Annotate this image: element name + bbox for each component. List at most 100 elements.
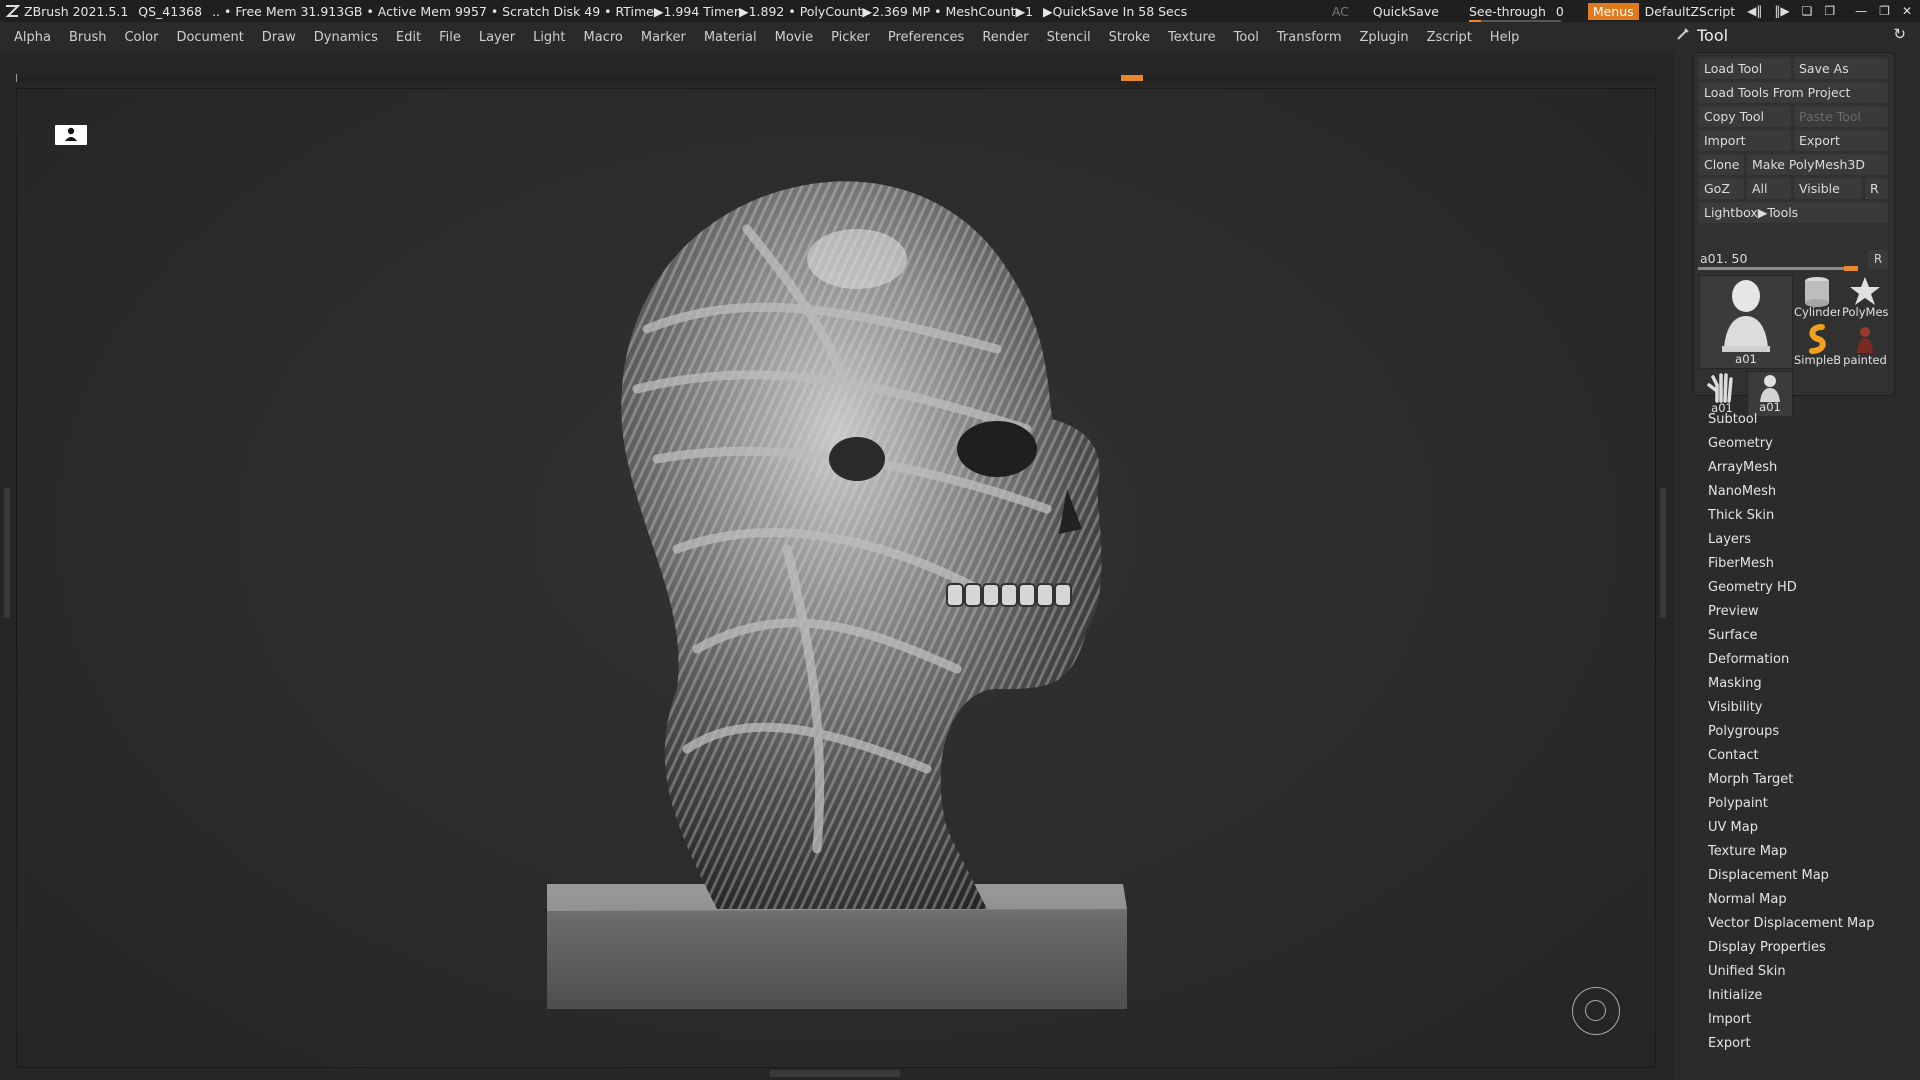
see-through-slider[interactable]: See-through 0 <box>1468 4 1564 23</box>
subpalette-polypaint[interactable]: Polypaint <box>1708 792 1875 816</box>
bottom-tray-grip[interactable] <box>770 1070 900 1077</box>
menu-file[interactable]: File <box>439 30 461 45</box>
simpleb-thumbnail[interactable]: SimpleB <box>1794 323 1840 369</box>
quicksave-button[interactable]: QuickSave <box>1373 4 1439 19</box>
subpalette-uv-map[interactable]: UV Map <box>1708 816 1875 840</box>
subpalette-subtool[interactable]: Subtool <box>1708 408 1875 432</box>
menu-color[interactable]: Color <box>124 30 158 45</box>
subpalette-geometry-hd[interactable]: Geometry HD <box>1708 576 1875 600</box>
tool-slider-r-button[interactable]: R <box>1868 250 1888 269</box>
menu-dynamics[interactable]: Dynamics <box>314 30 378 45</box>
menu-material[interactable]: Material <box>704 30 757 45</box>
menu-texture[interactable]: Texture <box>1168 30 1216 45</box>
subpalette-deformation[interactable]: Deformation <box>1708 648 1875 672</box>
menu-picker[interactable]: Picker <box>831 30 870 45</box>
goz-r-button[interactable]: R <box>1865 178 1888 199</box>
polymesh-thumbnail[interactable]: PolyMes <box>1842 275 1888 321</box>
subpalette-polygroups[interactable]: Polygroups <box>1708 720 1875 744</box>
goz-visible-button[interactable]: Visible <box>1794 178 1862 199</box>
ac-toggle[interactable]: AC <box>1332 4 1349 19</box>
ui-layout-right-icon[interactable]: ‖▶ <box>1774 4 1789 18</box>
subpalette-display-properties[interactable]: Display Properties <box>1708 936 1875 960</box>
current-tool-thumbnail[interactable]: a01 <box>1699 275 1793 369</box>
swap-layout-icon[interactable]: ❐ <box>1824 4 1835 18</box>
menu-movie[interactable]: Movie <box>775 30 813 45</box>
subpalette-nanomesh[interactable]: NanoMesh <box>1708 480 1875 504</box>
subpalette-layers[interactable]: Layers <box>1708 528 1875 552</box>
title-bar-controls: AC QuickSave See-through 0 Menus Default… <box>1320 0 1920 23</box>
menu-zscript[interactable]: Zscript <box>1427 30 1472 45</box>
palette-refresh-icon[interactable]: ↻ <box>1893 25 1906 43</box>
subpalette-thick-skin[interactable]: Thick Skin <box>1708 504 1875 528</box>
subpalette-unified-skin[interactable]: Unified Skin <box>1708 960 1875 984</box>
menu-tool[interactable]: Tool <box>1234 30 1259 45</box>
clone-button[interactable]: Clone <box>1699 154 1744 175</box>
menu-transform[interactable]: Transform <box>1277 30 1342 45</box>
menu-macro[interactable]: Macro <box>584 30 623 45</box>
load-tool-button[interactable]: Load Tool <box>1699 58 1791 79</box>
menu-alpha[interactable]: Alpha <box>14 30 51 45</box>
subpalette-texture-map[interactable]: Texture Map <box>1708 840 1875 864</box>
save-as-button[interactable]: Save As <box>1794 58 1888 79</box>
menu-zplugin[interactable]: Zplugin <box>1360 30 1409 45</box>
cylinder-thumbnail[interactable]: Cylinder <box>1794 275 1840 321</box>
import-tool-button[interactable]: Import <box>1699 130 1791 151</box>
subpalette-normal-map[interactable]: Normal Map <box>1708 888 1875 912</box>
paste-tool-button[interactable]: Paste Tool <box>1794 106 1888 127</box>
left-tray-grip[interactable] <box>4 488 10 618</box>
goz-button[interactable]: GoZ <box>1699 178 1744 199</box>
document-canvas[interactable] <box>16 88 1656 1068</box>
menu-edit[interactable]: Edit <box>396 30 421 45</box>
copy-tool-button[interactable]: Copy Tool <box>1699 106 1791 127</box>
menu-stroke[interactable]: Stroke <box>1109 30 1150 45</box>
subpalette-initialize[interactable]: Initialize <box>1708 984 1875 1008</box>
menu-help[interactable]: Help <box>1490 30 1520 45</box>
menu-light[interactable]: Light <box>533 30 565 45</box>
maximize-icon[interactable]: ❐ <box>1879 4 1890 18</box>
subpalette-morph-target[interactable]: Morph Target <box>1708 768 1875 792</box>
make-polymesh3d-button[interactable]: Make PolyMesh3D <box>1747 154 1888 175</box>
menu-render[interactable]: Render <box>982 30 1028 45</box>
close-icon[interactable]: ✕ <box>1902 4 1912 18</box>
right-tray-grip[interactable] <box>1660 488 1666 618</box>
subpalette-surface[interactable]: Surface <box>1708 624 1875 648</box>
menu-brush[interactable]: Brush <box>69 30 107 45</box>
ui-layout-left-icon[interactable]: ◀‖ <box>1747 4 1762 18</box>
floor-grid-icon[interactable] <box>55 125 87 145</box>
tool-slider-knob[interactable] <box>1844 266 1858 271</box>
export-tool-button[interactable]: Export <box>1794 130 1888 151</box>
subpalette-vector-displacement-map[interactable]: Vector Displacement Map <box>1708 912 1875 936</box>
restore-layout-icon[interactable]: ❏ <box>1802 4 1813 18</box>
navigation-gizmo-icon[interactable] <box>1572 987 1620 1035</box>
goz-all-button[interactable]: All <box>1747 178 1791 199</box>
tool-palette-header[interactable]: Tool ↻ <box>1675 22 1920 48</box>
subpalette-contact[interactable]: Contact <box>1708 744 1875 768</box>
menu-preferences[interactable]: Preferences <box>888 30 964 45</box>
menu-stencil[interactable]: Stencil <box>1047 30 1091 45</box>
lightbox-tools-button[interactable]: Lightbox▶Tools <box>1699 202 1888 223</box>
painted-thumbnail[interactable]: painted <box>1842 323 1888 369</box>
tool-slider[interactable]: a01. 50 R <box>1698 250 1888 271</box>
menu-draw[interactable]: Draw <box>262 30 296 45</box>
menu-marker[interactable]: Marker <box>641 30 686 45</box>
subpalette-masking[interactable]: Masking <box>1708 672 1875 696</box>
subpalette-geometry[interactable]: Geometry <box>1708 432 1875 456</box>
subpalette-fibermesh[interactable]: FiberMesh <box>1708 552 1875 576</box>
minimize-icon[interactable]: — <box>1855 4 1867 18</box>
sculpt-model[interactable] <box>527 129 1147 1029</box>
subpalette-arraymesh[interactable]: ArrayMesh <box>1708 456 1875 480</box>
default-zscript-button[interactable]: DefaultZScript <box>1645 4 1736 19</box>
tool-toolbox: Load Tool Save As Load Tools From Projec… <box>1693 52 1895 417</box>
menu-layer[interactable]: Layer <box>479 30 515 45</box>
menus-toggle[interactable]: Menus <box>1587 2 1639 20</box>
timeline-start-tick <box>16 74 17 82</box>
subpalette-visibility[interactable]: Visibility <box>1708 696 1875 720</box>
subpalette-displacement-map[interactable]: Displacement Map <box>1708 864 1875 888</box>
timeline-track[interactable] <box>16 74 1656 82</box>
subpalette-preview[interactable]: Preview <box>1708 600 1875 624</box>
subpalette-export[interactable]: Export <box>1708 1032 1875 1056</box>
load-tools-from-project-button[interactable]: Load Tools From Project <box>1699 82 1888 103</box>
subpalette-import[interactable]: Import <box>1708 1008 1875 1032</box>
timeline-marker[interactable] <box>1121 75 1143 81</box>
menu-document[interactable]: Document <box>176 30 243 45</box>
